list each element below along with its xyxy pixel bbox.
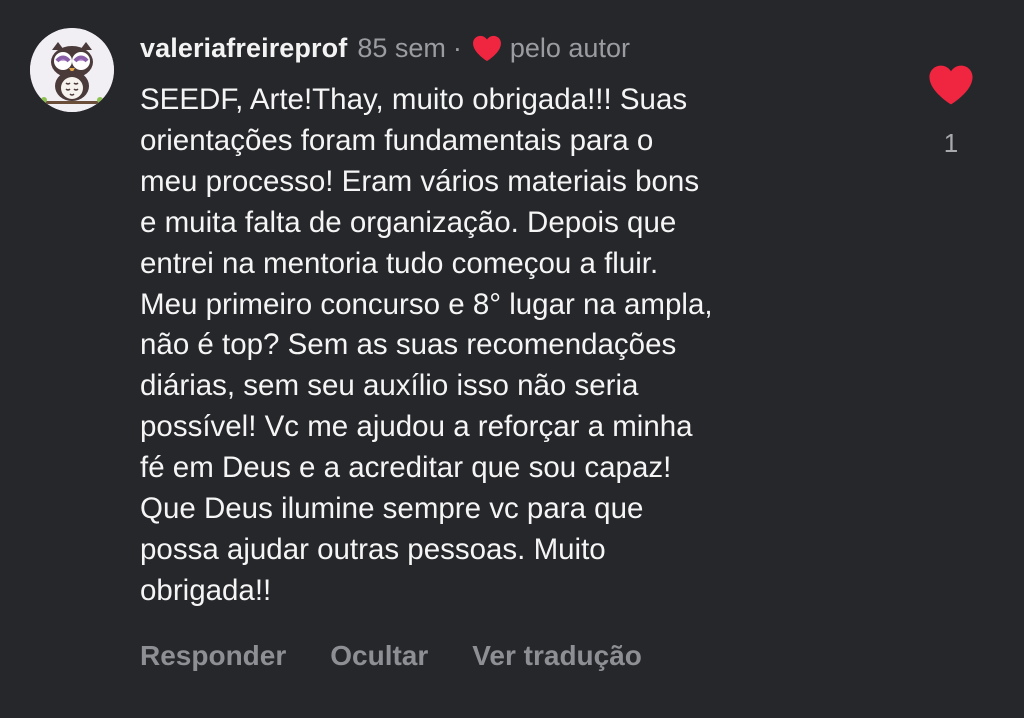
- see-translation-button[interactable]: Ver tradução: [472, 640, 642, 672]
- heart-icon: [472, 35, 502, 62]
- avatar[interactable]: [30, 28, 114, 112]
- comment-item: valeriafreireprof 85 sem · pelo autor SE…: [0, 0, 1024, 718]
- separator-dot: ·: [452, 32, 462, 63]
- comment-text: SEEDF, Arte!Thay, muito obrigada!!! Suas…: [140, 83, 713, 607]
- liked-by-author-label: pelo autor: [509, 32, 630, 63]
- username[interactable]: valeriafreireprof: [140, 33, 347, 64]
- like-button[interactable]: [928, 64, 974, 106]
- like-count[interactable]: 1: [930, 128, 972, 159]
- owl-icon: [30, 28, 114, 112]
- heart-icon: [929, 65, 973, 105]
- comment-header: valeriafreireprof 85 sem · pelo autor: [140, 30, 630, 66]
- timestamp: 85 sem: [357, 32, 446, 63]
- hide-button[interactable]: Ocultar: [330, 640, 428, 672]
- comment-actions: Responder Ocultar Ver tradução: [140, 640, 642, 672]
- reply-button[interactable]: Responder: [140, 640, 286, 672]
